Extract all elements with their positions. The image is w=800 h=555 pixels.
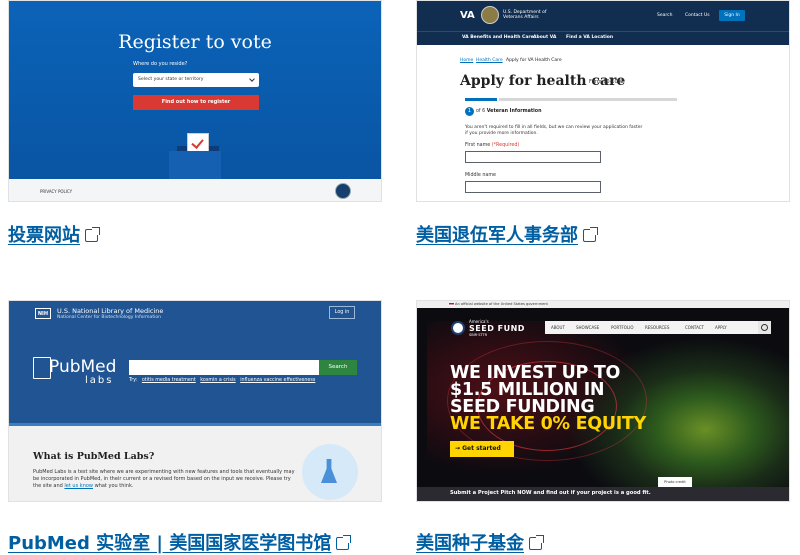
suggestion-link[interactable]: otitis media treatment — [142, 378, 196, 383]
va-note: You aren't required to fill in all field… — [465, 125, 643, 136]
va-nav-benefits[interactable]: VA Benefits and Health Care — [462, 35, 534, 40]
seed-fund-screenshot[interactable]: An official website of the United States… — [416, 300, 790, 502]
va-sign-in-button[interactable]: Sign In — [719, 10, 745, 21]
vote-question: Where do you reside? — [133, 61, 188, 67]
vote-title: Register to vote — [118, 31, 272, 53]
va-site-link[interactable]: 美国退伍军人事务部 — [416, 221, 598, 247]
pubmed-search-button[interactable]: Search — [319, 360, 357, 375]
va-logo[interactable]: VA — [460, 10, 475, 21]
brand-sub: SBIR·STTR — [469, 333, 488, 337]
menu-about[interactable]: ABOUT — [551, 325, 565, 330]
external-link-icon — [336, 535, 352, 550]
menu-portfolio[interactable]: PORTFOLIO — [611, 325, 634, 330]
menu-showcase[interactable]: SHOWCASE — [576, 325, 599, 330]
get-started-button[interactable]: → Get started — [450, 441, 514, 457]
pubmed-logo: PubMed — [49, 357, 117, 377]
login-button[interactable]: Log in — [329, 306, 355, 319]
brand-main[interactable]: SEED FUND — [469, 324, 525, 333]
nlm-title: U.S. National Library of Medicine — [57, 307, 164, 315]
vote-site-link[interactable]: 投票网站 — [8, 221, 100, 247]
ncbi-subtitle: National Center for Biotechnology Inform… — [57, 315, 161, 320]
suggestion-link[interactable]: kosmin a crisis — [200, 378, 235, 383]
progress-segment-rest — [499, 98, 677, 101]
va-seal-icon — [481, 6, 499, 24]
labs-wordmark: labs — [85, 375, 114, 386]
search-icon[interactable] — [758, 321, 771, 334]
headline-equity: WE TAKE 0% EQUITY — [450, 414, 646, 434]
va-screenshot[interactable]: VA U.S. Department of Veterans Affairs S… — [416, 0, 790, 202]
external-link-icon — [529, 535, 544, 550]
va-contact-link[interactable]: Contact Us — [685, 13, 710, 18]
pubmed-search-input[interactable] — [129, 360, 319, 375]
va-department: U.S. Department of Veterans Affairs — [503, 10, 547, 20]
pitch-banner[interactable]: Submit a Project Pitch NOW and find out … — [417, 487, 789, 501]
gov-banner: An official website of the United States… — [417, 301, 789, 308]
breadcrumb-health[interactable]: Health Care — [476, 58, 503, 63]
va-search-link[interactable]: Search — [657, 13, 672, 18]
seed-fund-site-link[interactable]: 美国种子基金 — [416, 529, 544, 555]
va-nav-about[interactable]: About VA — [533, 35, 556, 40]
progress-segment-1 — [465, 98, 497, 101]
first-name-input[interactable] — [465, 151, 601, 163]
nih-logo: NIH — [35, 308, 51, 319]
sba-seal-icon — [451, 321, 465, 335]
external-link-icon — [85, 227, 100, 242]
step-number: 1 — [465, 107, 474, 116]
menu-contact[interactable]: CONTACT — [685, 325, 704, 330]
va-form-number: Form 10-10EZ — [589, 79, 625, 85]
va-nav-location[interactable]: Find a VA Location — [566, 35, 613, 40]
menu-resources[interactable]: RESOURCES — [645, 325, 669, 330]
state-select[interactable]: Select your state or territory — [133, 73, 259, 87]
step-label: of 6 Veteran Information — [476, 109, 542, 114]
eac-seal-icon — [335, 183, 351, 199]
breadcrumb-current: Apply for VA Health Care — [506, 58, 562, 63]
pubmed-screenshot[interactable]: NIH U.S. National Library of Medicine Na… — [8, 300, 382, 502]
try-suggestions: Try: otitis media treatment kosmin a cri… — [129, 378, 316, 383]
vote-screenshot[interactable]: Register to vote Where do you reside? Se… — [8, 0, 382, 202]
pubmed-description: PubMed Labs is a test site where we are … — [33, 469, 295, 489]
suggestion-link[interactable]: influenza vaccine effectiveness — [240, 378, 315, 383]
privacy-policy-link[interactable]: PRIVACY POLICY — [40, 189, 72, 194]
menu-apply[interactable]: APPLY — [715, 325, 727, 330]
middle-name-label: Middle name — [465, 173, 496, 178]
middle-name-input[interactable] — [465, 181, 601, 193]
pubmed-heading: What is PubMed Labs? — [33, 451, 155, 462]
external-link-icon — [583, 227, 598, 242]
ballot-check-icon — [187, 133, 209, 153]
feedback-link[interactable]: let us know — [64, 483, 93, 489]
first-name-label: First name (*Required) — [465, 143, 520, 148]
breadcrumb-home[interactable]: Home — [460, 58, 473, 63]
find-out-button[interactable]: Find out how to register — [133, 95, 259, 110]
pubmed-site-link[interactable]: PubMed 实验室 | 美国国家医学图书馆 — [8, 529, 352, 555]
